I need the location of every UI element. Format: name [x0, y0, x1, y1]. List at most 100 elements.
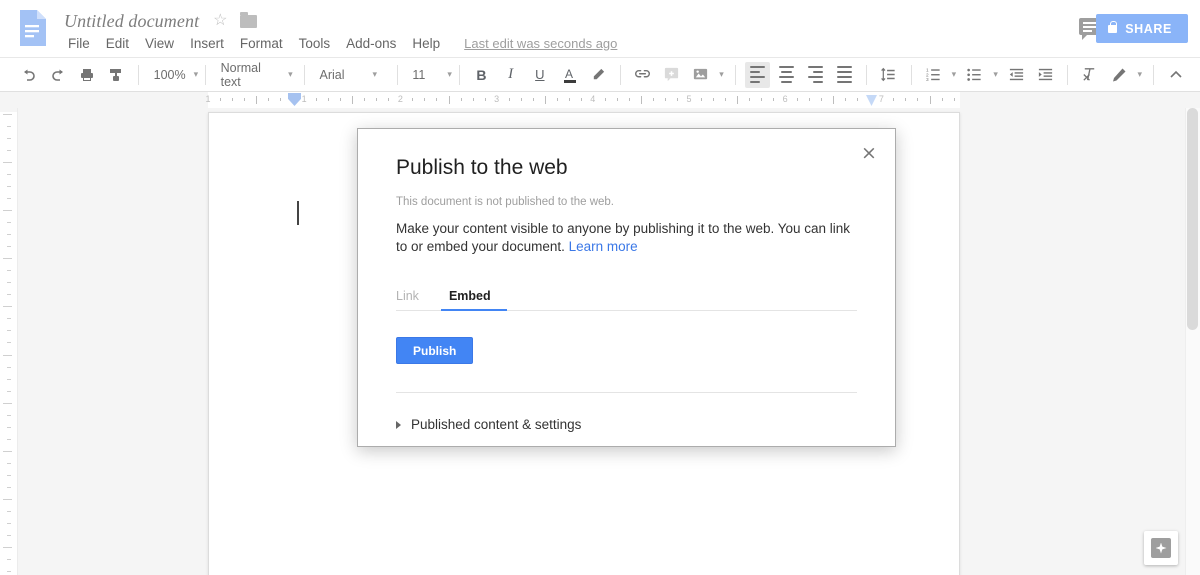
scrollbar-thumb[interactable] [1187, 108, 1198, 330]
vertical-ruler[interactable] [0, 108, 18, 575]
published-content-settings-toggle[interactable]: Published content & settings [396, 417, 857, 432]
bulleted-list-chevron-down-icon[interactable]: ▾ [989, 69, 1002, 80]
undo-icon[interactable] [16, 62, 41, 88]
ruler-number: 5 [686, 94, 692, 104]
ruler-number: 3 [494, 94, 500, 104]
ruler-number: 6 [782, 94, 788, 104]
dialog-divider [396, 392, 857, 393]
bold-button[interactable]: B [469, 62, 494, 88]
ruler-number: 4 [590, 94, 596, 104]
font-size-value: 11 [412, 67, 426, 82]
menu-item-tools[interactable]: Tools [291, 34, 339, 53]
share-button-label: SHARE [1125, 21, 1172, 36]
toolbar-divider [1153, 64, 1154, 85]
align-left-icon[interactable] [744, 61, 770, 88]
lock-icon [1108, 20, 1118, 33]
explore-button[interactable] [1144, 531, 1178, 565]
chevron-right-icon [396, 420, 401, 429]
menu-item-insert[interactable]: Insert [182, 34, 232, 53]
publish-button[interactable]: Publish [396, 337, 474, 364]
font-family-select[interactable]: Arial ▾ [312, 62, 390, 88]
collapse-toolbar-icon[interactable] [1163, 62, 1188, 88]
text-color-label: A [565, 67, 574, 81]
dialog-description: Make your content visible to anyone by p… [396, 220, 851, 256]
paragraph-style-value: Normal text [220, 60, 261, 89]
dialog-body: Publish to the web This document is not … [358, 129, 895, 432]
tab-embed[interactable]: Embed [440, 289, 507, 311]
text-color-button[interactable]: A [556, 62, 581, 88]
explore-icon [1151, 538, 1171, 558]
ruler-number: 1 [205, 94, 211, 104]
clear-formatting-icon[interactable] [1077, 62, 1102, 88]
menu-item-help[interactable]: Help [404, 34, 448, 53]
learn-more-link[interactable]: Learn more [569, 239, 638, 254]
toolbar-divider [866, 64, 868, 85]
numbered-list-chevron-down-icon[interactable]: ▾ [948, 69, 961, 80]
ruler-number: 1 [301, 94, 307, 104]
highlight-pen-icon[interactable] [586, 62, 611, 88]
paint-format-icon[interactable] [104, 62, 129, 88]
align-center-icon[interactable] [774, 62, 799, 88]
document-title-row: Untitled document ☆ [64, 8, 257, 34]
share-button[interactable]: SHARE [1096, 14, 1188, 43]
chevron-down-icon: ▾ [447, 69, 452, 79]
svg-text:3: 3 [925, 77, 928, 83]
increase-indent-icon[interactable] [1033, 62, 1058, 88]
last-edit-status[interactable]: Last edit was seconds ago [464, 36, 617, 51]
menu-bar: File Edit View Insert Format Tools Add-o… [60, 32, 617, 54]
align-right-icon[interactable] [803, 62, 828, 88]
menu-item-view[interactable]: View [137, 34, 182, 53]
image-options-chevron-down-icon[interactable]: ▾ [715, 69, 728, 80]
chevron-down-icon: ▾ [288, 69, 293, 79]
toolbar-divider [204, 64, 206, 85]
italic-button[interactable]: I [498, 62, 523, 88]
insert-image-icon[interactable] [688, 62, 713, 88]
menu-item-addons[interactable]: Add-ons [338, 34, 404, 53]
toolbar-divider [137, 64, 139, 85]
print-icon[interactable] [74, 62, 99, 88]
line-spacing-icon[interactable] [876, 62, 901, 88]
star-icon[interactable]: ☆ [213, 13, 227, 29]
close-icon[interactable]: × [855, 139, 883, 167]
ruler-number: 7 [878, 94, 884, 104]
underline-button[interactable]: U [527, 62, 552, 88]
dialog-title: Publish to the web [396, 156, 568, 179]
document-icon[interactable] [18, 10, 46, 46]
chevron-down-icon: ▾ [193, 69, 199, 79]
text-cursor [297, 201, 299, 225]
chevron-down-icon: ▾ [372, 69, 378, 79]
paragraph-style-select[interactable]: Normal text ▾ [213, 60, 297, 89]
toolbar-divider [1067, 64, 1069, 85]
numbered-list-icon[interactable]: 123 [920, 62, 945, 88]
menu-item-file[interactable]: File [60, 34, 98, 53]
folder-icon[interactable] [239, 11, 257, 28]
edit-mode-chevron-down-icon[interactable]: ▾ [1134, 69, 1147, 80]
app-header: Untitled document ☆ File Edit View Inser… [0, 0, 1200, 57]
zoom-select[interactable]: 100% ▾ [146, 62, 199, 88]
toolbar-divider [910, 64, 912, 85]
publish-status-text: This document is not published to the we… [396, 196, 614, 208]
toolbar-divider [619, 64, 621, 85]
toolbar-divider [458, 64, 460, 85]
align-justify-icon[interactable] [832, 62, 857, 88]
toolbar-divider [734, 64, 736, 85]
menu-item-format[interactable]: Format [232, 34, 291, 53]
redo-icon[interactable] [45, 62, 70, 88]
toolbar-divider [303, 64, 305, 85]
insert-link-icon[interactable] [630, 62, 655, 88]
decrease-indent-icon[interactable] [1004, 62, 1029, 88]
document-title[interactable]: Untitled document [64, 11, 199, 32]
bulleted-list-icon[interactable] [962, 62, 987, 88]
font-family-value: Arial [319, 67, 345, 82]
font-size-select[interactable]: 11 ▾ [404, 62, 452, 88]
publish-to-web-dialog: × Publish to the web This document is no… [357, 128, 896, 447]
toolbar: 100% ▾ Normal text ▾ Arial ▾ 11 ▾ B I U … [0, 57, 1200, 92]
menu-item-edit[interactable]: Edit [98, 34, 137, 53]
tab-link[interactable]: Link [396, 289, 431, 310]
vertical-scrollbar[interactable] [1185, 108, 1200, 575]
toolbar-divider [396, 64, 398, 85]
horizontal-ruler[interactable]: 1 1 2 3 4 5 6 7 [0, 92, 1200, 108]
add-comment-icon[interactable] [659, 62, 684, 88]
edit-mode-pencil-icon[interactable] [1106, 62, 1131, 88]
published-content-settings-label: Published content & settings [411, 417, 582, 432]
